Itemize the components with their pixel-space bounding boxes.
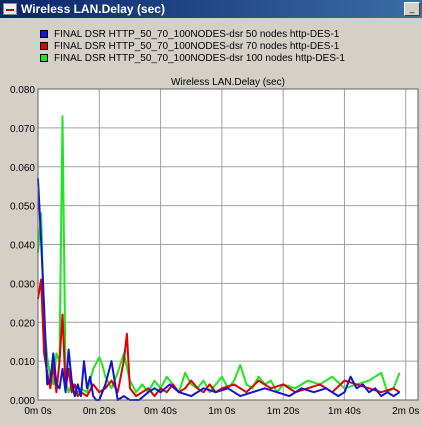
minimize-icon[interactable]: _ [404, 2, 420, 16]
x-tick-label: 1m 40s [328, 406, 361, 417]
x-tick-label: 0m 40s [144, 406, 177, 417]
y-tick-label: 0.010 [10, 357, 35, 368]
window-titlebar[interactable]: Wireless LAN.Delay (sec) [0, 0, 422, 18]
y-tick-label: 0.070 [10, 124, 35, 135]
y-tick-label: 0.060 [10, 163, 35, 174]
x-tick-label: 1m 0s [208, 406, 235, 417]
chart-canvas: Wireless LAN.Delay (sec)0.0000.0100.0200… [10, 77, 419, 417]
y-tick-label: 0.020 [10, 318, 35, 329]
app-icon [3, 3, 17, 15]
chart-title: Wireless LAN.Delay (sec) [171, 77, 285, 88]
y-tick-label: 0.050 [10, 202, 35, 213]
x-tick-label: 2m 0s [392, 406, 419, 417]
x-tick-label: 0m 0s [24, 406, 51, 417]
y-tick-label: 0.040 [10, 241, 35, 252]
x-tick-label: 0m 20s [83, 406, 116, 417]
y-tick-label: 0.080 [10, 85, 35, 96]
window-title: Wireless LAN.Delay (sec) [21, 2, 165, 16]
chart-panel: FINAL DSR HTTP_50_70_100NODES-dsr 50 nod… [2, 20, 420, 424]
y-tick-label: 0.030 [10, 279, 35, 290]
x-tick-label: 1m 20s [267, 406, 300, 417]
